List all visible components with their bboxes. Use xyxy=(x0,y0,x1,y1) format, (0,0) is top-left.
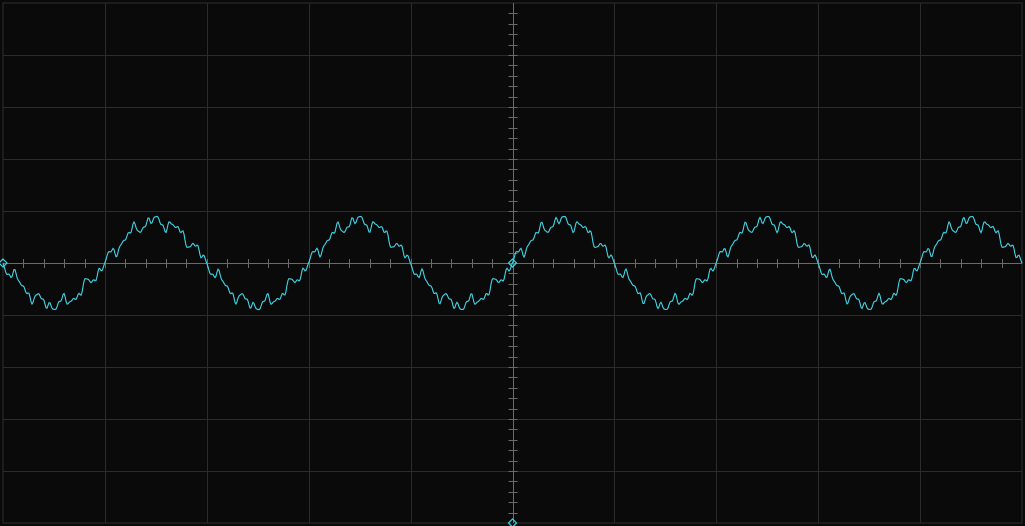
oscilloscope-screen xyxy=(0,0,1025,526)
